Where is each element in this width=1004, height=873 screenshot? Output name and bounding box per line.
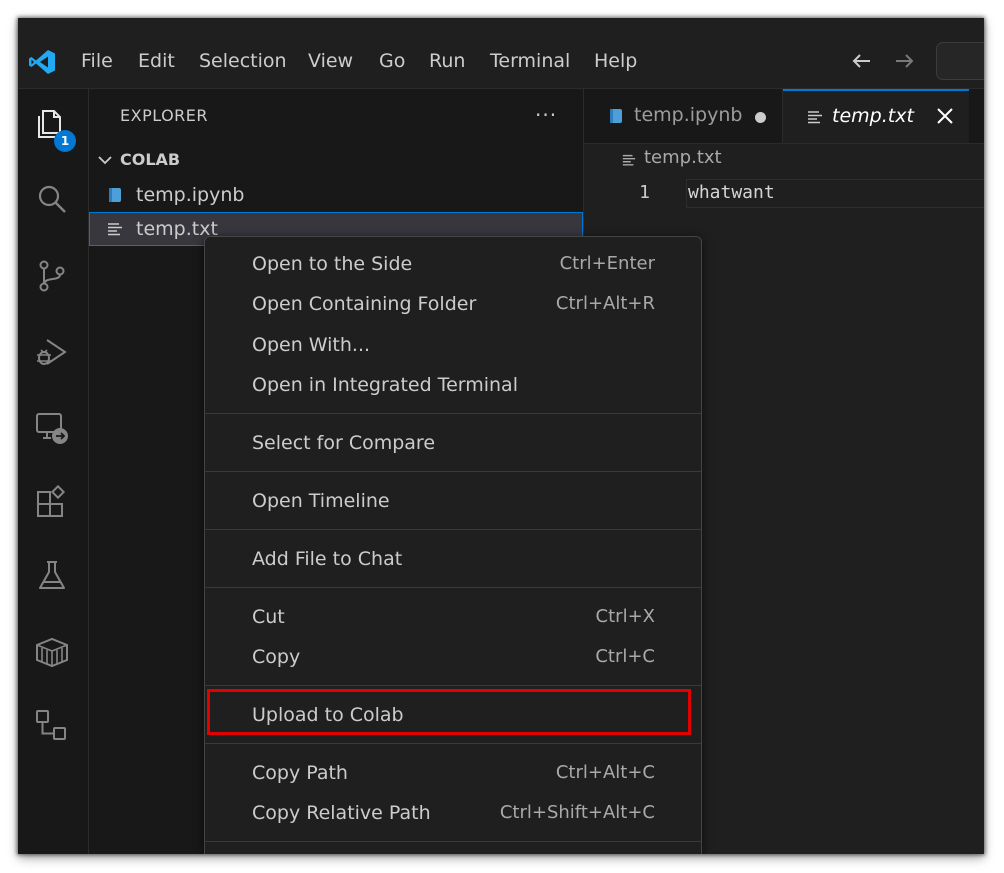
tab-label: temp.txt [832, 105, 914, 127]
tab-temp-txt[interactable]: temp.txt [783, 89, 969, 143]
breadcrumb-label: temp.txt [644, 147, 722, 168]
menu-item-label: Select for Compare [252, 432, 436, 454]
menu-item-copy[interactable]: Copy Ctrl+C [205, 638, 701, 676]
text-file-icon [622, 154, 636, 166]
title-bar: File Edit Selection View Go Run Terminal… [18, 18, 984, 89]
upload-to-colab-highlight [207, 689, 691, 735]
menu-terminal[interactable]: Terminal [490, 48, 570, 74]
explorer-title: EXPLORER [120, 106, 208, 125]
chevron-down-icon [98, 156, 112, 165]
menu-separator [205, 587, 701, 588]
menu-separator [205, 471, 701, 472]
menu-item-label: Open With... [252, 334, 371, 356]
line-number: 1 [639, 182, 650, 203]
activity-bar: 1 [18, 89, 89, 854]
menu-item-label: Add File to Chat [252, 548, 403, 570]
menu-separator [205, 529, 701, 530]
unsaved-dot-icon [755, 112, 766, 123]
menu-separator [205, 743, 701, 744]
search-icon[interactable] [33, 181, 71, 219]
menu-item-open-in-terminal[interactable]: Open in Integrated Terminal [205, 366, 701, 404]
menu-item-label: Copy Relative Path [252, 802, 431, 824]
testing-icon[interactable] [33, 557, 71, 595]
menu-item-copy-path[interactable]: Copy Path Ctrl+Alt+C [205, 754, 701, 792]
menu-run[interactable]: Run [429, 48, 465, 74]
menu-view[interactable]: View [308, 48, 353, 74]
text-file-icon [808, 111, 822, 124]
close-icon[interactable] [933, 104, 957, 128]
menu-item-label: Open in Integrated Terminal [252, 374, 518, 396]
file-label: temp.ipynb [136, 184, 245, 206]
menu-item-shortcut: Ctrl+Alt+C [555, 762, 655, 783]
more-actions-button[interactable]: ··· [535, 103, 557, 127]
menu-item-copy-relative-path[interactable]: Copy Relative Path Ctrl+Shift+Alt+C [205, 794, 701, 832]
extensions-icon[interactable] [33, 483, 71, 521]
menu-item-label: Open to the Side [252, 253, 413, 275]
menu-item-open-containing-folder[interactable]: Open Containing Folder Ctrl+Alt+R [205, 285, 701, 323]
menu-item-shortcut: Ctrl+Enter [559, 253, 655, 274]
menu-item-label: Copy Path [252, 762, 348, 784]
menu-item-add-file-to-chat[interactable]: Add File to Chat [205, 540, 701, 578]
run-debug-icon[interactable] [33, 333, 71, 371]
menu-item-shortcut: Ctrl+C [595, 646, 655, 667]
menu-item-open-with[interactable]: Open With... [205, 326, 701, 364]
command-center[interactable] [936, 42, 984, 80]
menu-separator [205, 841, 701, 842]
tab-temp-ipynb[interactable]: temp.ipynb [584, 89, 783, 143]
workflow-icon[interactable] [33, 707, 71, 745]
menu-item-shortcut: Ctrl+Alt+R [555, 293, 655, 314]
vscode-logo-icon [29, 50, 55, 74]
arrow-right-icon[interactable] [891, 48, 917, 74]
menu-item-label: Copy [252, 646, 301, 668]
containers-icon[interactable] [33, 633, 71, 671]
context-menu: Open to the Side Ctrl+Enter Open Contain… [204, 236, 702, 854]
code-line[interactable]: whatwant [688, 182, 775, 203]
menu-item-open-timeline[interactable]: Open Timeline [205, 482, 701, 520]
menu-item-label: Open Timeline [252, 490, 390, 512]
editor-tabs: temp.ipynb temp.txt [584, 89, 984, 144]
menu-file[interactable]: File [81, 48, 113, 74]
notebook-icon [610, 109, 622, 123]
text-file-icon [108, 223, 122, 236]
source-control-icon[interactable] [33, 257, 71, 295]
explorer-badge: 1 [54, 130, 76, 152]
notebook-icon [109, 188, 121, 202]
menu-separator [205, 685, 701, 686]
menu-help[interactable]: Help [594, 48, 637, 74]
menu-item-select-for-compare[interactable]: Select for Compare [205, 424, 701, 462]
menu-item-shortcut: Ctrl+X [595, 606, 655, 627]
menu-selection[interactable]: Selection [199, 48, 287, 74]
remote-explorer-icon[interactable] [33, 409, 71, 447]
folder-colab[interactable]: COLAB [89, 144, 583, 178]
menu-go[interactable]: Go [379, 48, 405, 74]
arrow-left-icon[interactable] [849, 48, 875, 74]
menu-item-shortcut: Ctrl+Shift+Alt+C [499, 802, 655, 823]
folder-name: COLAB [120, 150, 181, 169]
file-item-temp-ipynb[interactable]: temp.ipynb [89, 178, 583, 212]
menu-item-open-to-side[interactable]: Open to the Side Ctrl+Enter [205, 245, 701, 283]
menu-separator [205, 413, 701, 414]
menu-item-label: Cut [252, 606, 285, 628]
menu-edit[interactable]: Edit [138, 48, 175, 74]
menu-item-cut[interactable]: Cut Ctrl+X [205, 598, 701, 636]
tab-label: temp.ipynb [634, 104, 743, 126]
menu-item-label: Open Containing Folder [252, 293, 477, 315]
vscode-window: File Edit Selection View Go Run Terminal… [18, 18, 984, 854]
